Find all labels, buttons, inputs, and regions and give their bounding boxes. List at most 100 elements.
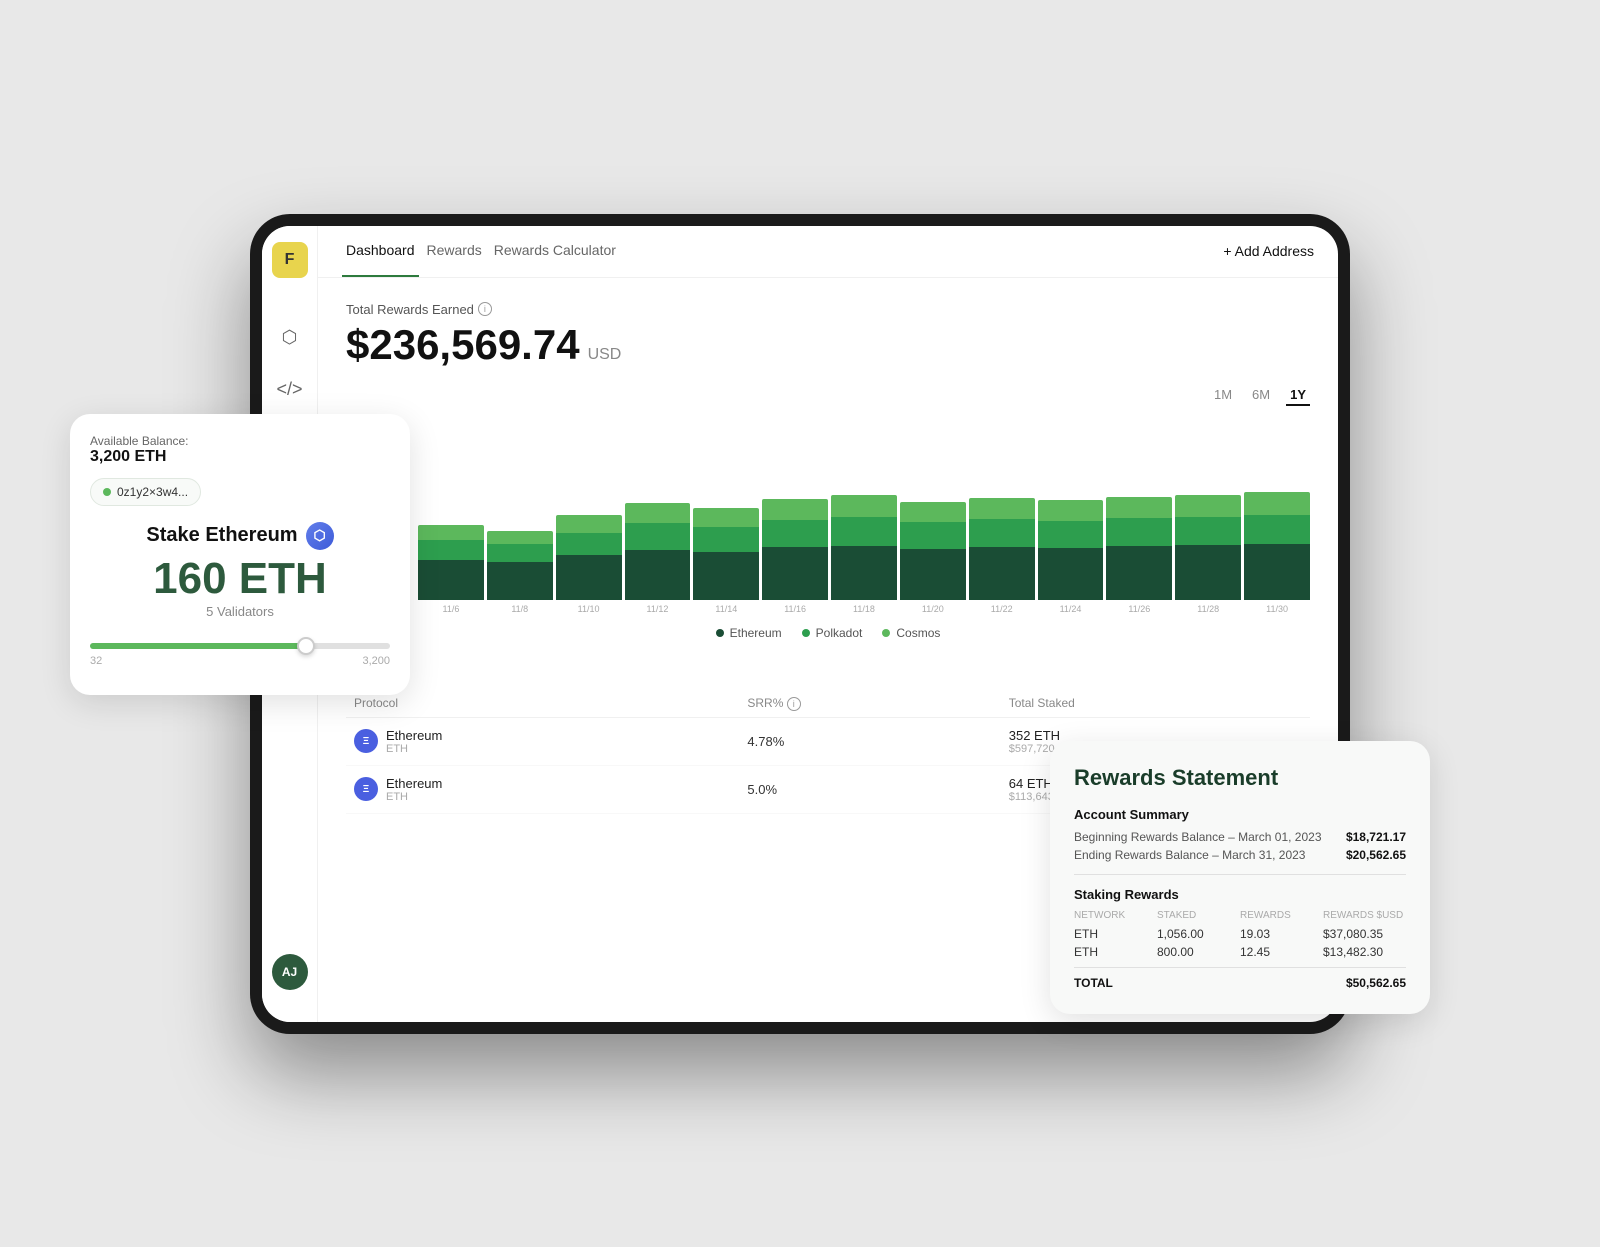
bar-chart: 11/6 11/8 11/10 11/12 11/14 11/16 11/18 11/20 11… bbox=[382, 414, 1310, 614]
protocol-ticker: ETH bbox=[386, 743, 442, 755]
protocol-cell: Ξ Ethereum ETH bbox=[354, 776, 731, 803]
stake-title: Stake Ethereum ⬡ bbox=[90, 522, 390, 550]
bar-segment-bot bbox=[556, 555, 622, 600]
total-rewards-label: Total Rewards Earned i bbox=[346, 302, 1310, 317]
bar-group: 11/20 bbox=[900, 502, 966, 614]
bar-group: 11/28 bbox=[1175, 495, 1241, 614]
stake-amount: 160 ETH bbox=[90, 554, 390, 604]
bar-segment-mid bbox=[1244, 515, 1310, 544]
bar-segment-mid bbox=[969, 519, 1035, 547]
stake-balance-label: Available Balance: bbox=[90, 434, 390, 448]
slider-fill bbox=[90, 643, 306, 649]
bar-label: 11/20 bbox=[922, 604, 944, 614]
sidebar-logo: F bbox=[272, 242, 308, 278]
bar-group: 11/24 bbox=[1038, 500, 1104, 614]
period-1y-button[interactable]: 1Y bbox=[1286, 385, 1310, 406]
bar-label: 11/10 bbox=[578, 604, 600, 614]
avatar[interactable]: AJ bbox=[272, 954, 308, 990]
bar-segment-top bbox=[1106, 497, 1172, 519]
stake-slider[interactable]: 32 3,200 bbox=[90, 635, 390, 675]
bar-label: 11/28 bbox=[1197, 604, 1219, 614]
total-rewards-amount: $236,569.74 USD bbox=[346, 321, 1310, 369]
device-frame: F ⬡ </> ⚙ AJ Dashboard Rewards Rewards C… bbox=[250, 214, 1350, 1034]
tab-rewards-calculator[interactable]: Rewards Calculator bbox=[490, 226, 620, 277]
bar-segment-bot bbox=[487, 562, 553, 600]
bar-segment-top bbox=[487, 531, 553, 544]
period-6m-button[interactable]: 6M bbox=[1248, 385, 1274, 406]
bar-group: 11/6 bbox=[418, 525, 484, 614]
rs-account-summary-title: Account Summary bbox=[1074, 807, 1406, 822]
bar-group: 11/12 bbox=[625, 503, 691, 614]
bar-segment-mid bbox=[418, 540, 484, 560]
bar-segment-bot bbox=[1038, 548, 1104, 600]
bar-group: 11/30 bbox=[1244, 492, 1310, 614]
protocol-icon: Ξ bbox=[354, 777, 378, 801]
bar-group: 11/14 bbox=[693, 508, 759, 614]
bar-segment-bot bbox=[969, 547, 1035, 600]
tab-rewards[interactable]: Rewards bbox=[423, 226, 486, 277]
bar-segment-mid bbox=[487, 544, 553, 562]
bar-label: 11/26 bbox=[1128, 604, 1150, 614]
legend-ethereum: Ethereum bbox=[716, 626, 782, 640]
bar-segment-top bbox=[762, 499, 828, 520]
bar-segment-bot bbox=[693, 552, 759, 600]
bar-segment-mid bbox=[1038, 521, 1104, 548]
rs-total-row: TOTAL $50,562.65 bbox=[1074, 967, 1406, 990]
bar-segment-top bbox=[1244, 492, 1310, 515]
bar-label: 11/8 bbox=[511, 604, 528, 614]
protocol-name: Ethereum bbox=[386, 728, 442, 743]
protocol-name: Ethereum bbox=[386, 776, 442, 791]
rs-table-header: NETWORK STAKED REWARDS REWARDS $USD bbox=[1074, 910, 1406, 921]
bar-segment-top bbox=[693, 508, 759, 527]
col-total-staked: Total Staked bbox=[1001, 690, 1310, 718]
total-rewards-currency: USD bbox=[588, 346, 622, 364]
srr-value: 5.0% bbox=[739, 765, 1000, 813]
bar-segment-mid bbox=[900, 522, 966, 549]
stake-card: Available Balance: 3,200 ETH 0z1y2×3w4..… bbox=[70, 414, 410, 695]
rs-table-row: ETH1,056.0019.03$37,080.35 bbox=[1074, 927, 1406, 941]
rs-table-row: ETH800.0012.45$13,482.30 bbox=[1074, 945, 1406, 959]
legend-cosmos: Cosmos bbox=[882, 626, 940, 640]
bar-label: 11/30 bbox=[1266, 604, 1288, 614]
bar-group: 11/10 bbox=[556, 515, 622, 613]
code-icon[interactable]: </> bbox=[274, 374, 306, 406]
chart-area: 1M 6M 1Y $500 $5K $40... 1 bbox=[346, 385, 1310, 640]
srr-value: 4.78% bbox=[739, 717, 1000, 765]
bar-segment-mid bbox=[693, 527, 759, 552]
bar-label: 11/16 bbox=[784, 604, 806, 614]
period-1m-button[interactable]: 1M bbox=[1210, 385, 1236, 406]
bar-segment-mid bbox=[1175, 517, 1241, 545]
bar-segment-top bbox=[1175, 495, 1241, 517]
bar-segment-top bbox=[556, 515, 622, 533]
rs-beginning-balance-row: Beginning Rewards Balance – March 01, 20… bbox=[1074, 830, 1406, 844]
col-srr: SRR% i bbox=[739, 690, 1000, 718]
tab-dashboard[interactable]: Dashboard bbox=[342, 226, 419, 277]
period-selector: 1M 6M 1Y bbox=[346, 385, 1310, 406]
bar-segment-top bbox=[831, 495, 897, 517]
nav-tabs: Dashboard Rewards Rewards Calculator bbox=[342, 226, 620, 277]
bar-segment-bot bbox=[1244, 544, 1310, 600]
bar-segment-mid bbox=[625, 523, 691, 550]
rs-ending-balance-row: Ending Rewards Balance – March 31, 2023 … bbox=[1074, 848, 1406, 862]
slider-thumb[interactable] bbox=[297, 637, 315, 655]
bar-segment-top bbox=[1038, 500, 1104, 521]
bar-label: 11/18 bbox=[853, 604, 875, 614]
bar-label: 11/12 bbox=[647, 604, 669, 614]
bar-group: 11/8 bbox=[487, 531, 553, 613]
stake-address[interactable]: 0z1y2×3w4... bbox=[90, 478, 201, 506]
rewards-statement-card: Rewards Statement Account Summary Beginn… bbox=[1050, 741, 1430, 1014]
staking-icon[interactable]: ⬡ bbox=[274, 322, 306, 354]
bar-segment-top bbox=[418, 525, 484, 540]
rs-table-rows: ETH1,056.0019.03$37,080.35 ETH800.0012.45… bbox=[1074, 927, 1406, 959]
bar-group: 11/16 bbox=[762, 499, 828, 614]
bar-group: 11/22 bbox=[969, 498, 1035, 614]
srr-info-icon[interactable]: i bbox=[787, 697, 801, 711]
nav-bar: Dashboard Rewards Rewards Calculator + A… bbox=[318, 226, 1338, 278]
bar-segment-bot bbox=[762, 547, 828, 600]
activity-title: Activity bbox=[346, 660, 1310, 678]
add-address-button[interactable]: + Add Address bbox=[1223, 243, 1314, 259]
bar-segment-bot bbox=[418, 560, 484, 600]
bar-label: 11/6 bbox=[442, 604, 459, 614]
bar-segment-mid bbox=[762, 520, 828, 547]
info-icon[interactable]: i bbox=[478, 302, 492, 316]
